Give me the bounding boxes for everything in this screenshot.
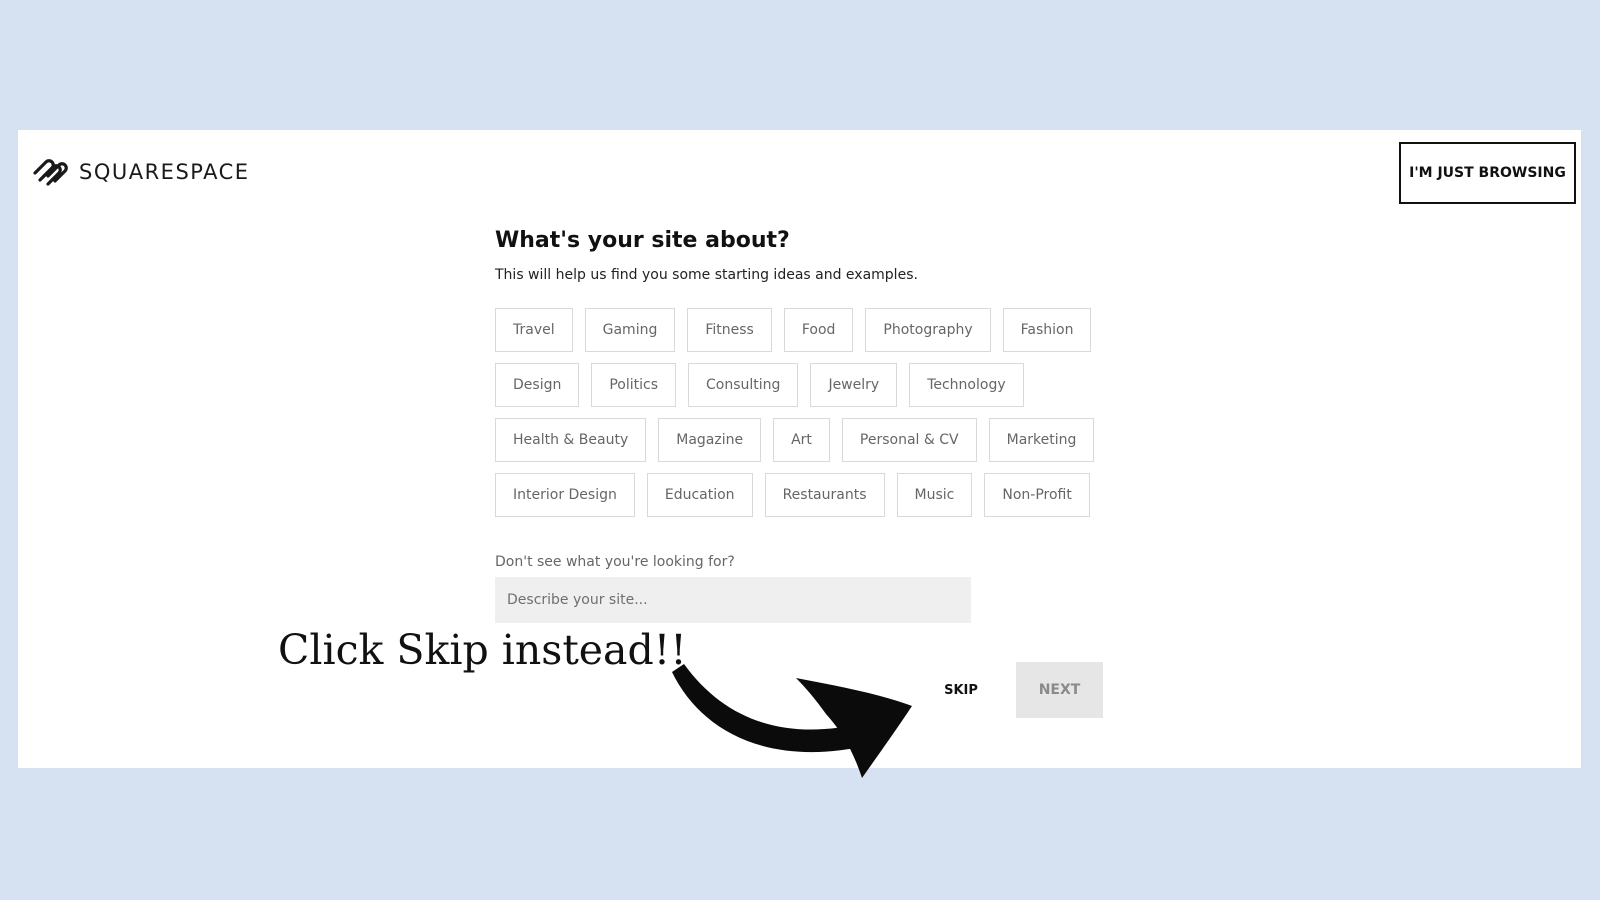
- tag-food[interactable]: Food: [783, 308, 854, 352]
- tag-interior-design[interactable]: Interior Design: [495, 473, 635, 517]
- tag-jewelry[interactable]: Jewelry: [810, 363, 898, 407]
- tag-photography[interactable]: Photography: [865, 308, 991, 352]
- category-tag-grid: Travel Gaming Fitness Food Photography Fashio…: [495, 308, 1145, 528]
- tag-health-and-beauty[interactable]: Health & Beauty: [495, 418, 647, 462]
- tag-row: Travel Gaming Fitness Food Photography Fashio…: [495, 308, 1145, 352]
- onboarding-card: SQUARESPACE I'M JUST BROWSING What's you…: [18, 130, 1581, 778]
- annotation-text: Click Skip instead!!: [278, 626, 687, 674]
- squarespace-logo-icon: [33, 159, 68, 186]
- tag-personal-and-cv[interactable]: Personal & CV: [841, 418, 977, 462]
- tag-gaming[interactable]: Gaming: [584, 308, 676, 352]
- tag-education[interactable]: Education: [646, 473, 753, 517]
- next-button[interactable]: NEXT: [1016, 662, 1103, 718]
- tag-design[interactable]: Design: [495, 363, 580, 407]
- page-title: What's your site about?: [495, 228, 790, 253]
- tag-restaurants[interactable]: Restaurants: [764, 473, 885, 517]
- tag-fitness[interactable]: Fitness: [687, 308, 772, 352]
- tag-art[interactable]: Art: [773, 418, 830, 462]
- just-browsing-button[interactable]: I'M JUST BROWSING: [1399, 142, 1576, 204]
- custom-topic-label: Don't see what you're looking for?: [495, 554, 735, 570]
- tag-politics[interactable]: Politics: [591, 363, 677, 407]
- tag-magazine[interactable]: Magazine: [658, 418, 762, 462]
- tag-non-profit[interactable]: Non-Profit: [984, 473, 1090, 517]
- describe-site-input[interactable]: [495, 577, 971, 623]
- logo-wordmark: SQUARESPACE: [79, 160, 250, 184]
- tag-music[interactable]: Music: [896, 473, 973, 517]
- tag-consulting[interactable]: Consulting: [688, 363, 799, 407]
- skip-button[interactable]: SKIP: [938, 675, 984, 705]
- tag-fashion[interactable]: Fashion: [1002, 308, 1092, 352]
- tag-row: Health & Beauty Magazine Art Personal & CV M…: [495, 418, 1145, 462]
- tag-marketing[interactable]: Marketing: [988, 418, 1095, 462]
- tag-row: Design Politics Consulting Jewelry Technolog…: [495, 363, 1145, 407]
- squarespace-logo[interactable]: SQUARESPACE: [31, 157, 250, 187]
- tag-technology[interactable]: Technology: [909, 363, 1024, 407]
- tag-row: Interior Design Education Restaurants Music…: [495, 473, 1145, 517]
- tag-travel[interactable]: Travel: [495, 308, 573, 352]
- page-subtitle: This will help us find you some starting…: [495, 267, 918, 283]
- curved-arrow-icon: [672, 664, 912, 778]
